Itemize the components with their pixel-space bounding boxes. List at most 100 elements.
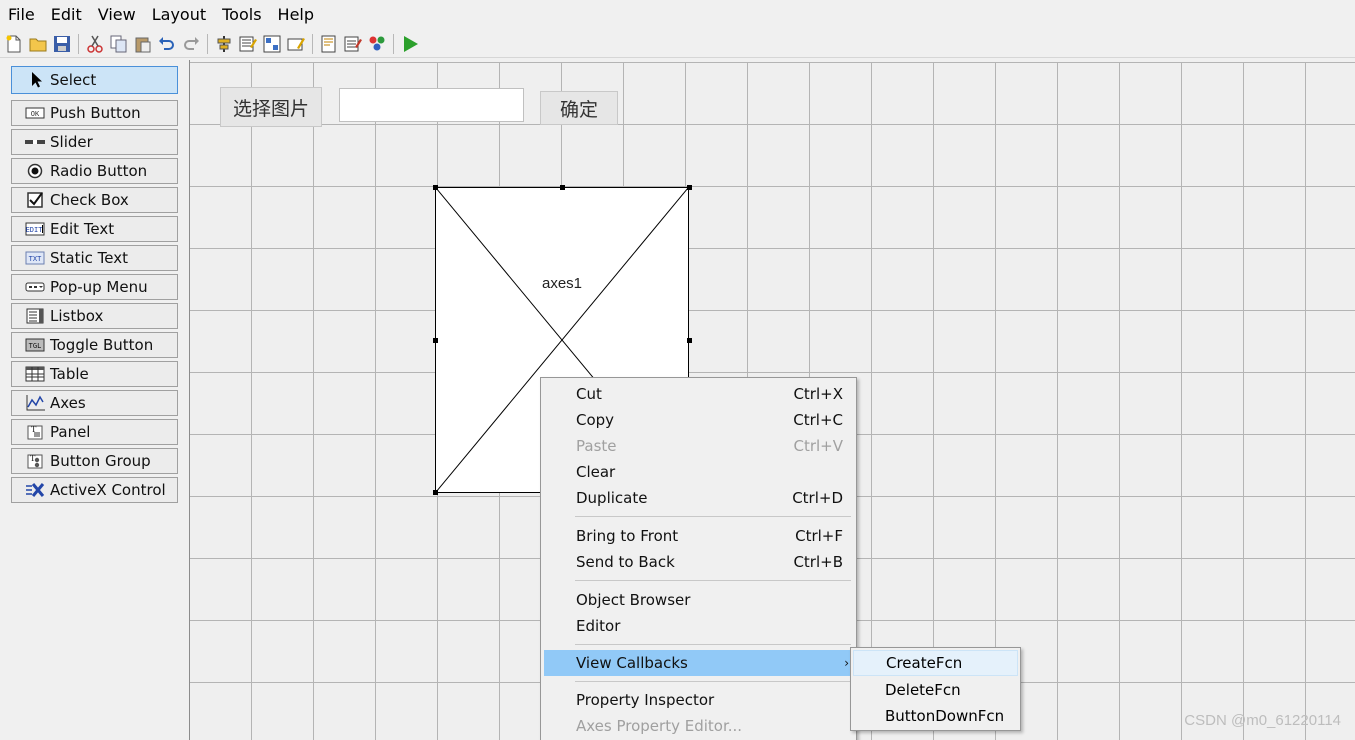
ctx-shortcut: Ctrl+C — [793, 411, 843, 429]
paste-icon[interactable] — [132, 33, 154, 55]
activex-icon — [24, 481, 46, 499]
ctx-cut[interactable]: Cut Ctrl+X — [544, 381, 853, 407]
toolbar-editor-icon[interactable] — [285, 33, 307, 55]
submenu-label: CreateFcn — [886, 654, 963, 672]
palette-axes[interactable]: Axes — [11, 390, 178, 416]
toolbar-separator — [312, 33, 313, 54]
select-image-button[interactable]: 选择图片 — [220, 87, 322, 127]
confirm-button[interactable]: 确定 — [540, 91, 618, 125]
menu-edit[interactable]: Edit — [43, 0, 90, 30]
ctx-separator — [575, 644, 851, 645]
ctx-label: Bring to Front — [576, 527, 679, 545]
palette-listbox[interactable]: Listbox — [11, 303, 178, 329]
edit-text-icon: EDIT — [24, 220, 46, 238]
submenu-deletefcn[interactable]: DeleteFcn — [853, 677, 1018, 703]
menu-layout[interactable]: Layout — [144, 0, 214, 30]
ctx-label: Paste — [576, 437, 617, 455]
palette-table[interactable]: Table — [11, 361, 178, 387]
palette-label: Slider — [50, 133, 93, 151]
ctx-axes-property-editor: Axes Property Editor... — [544, 713, 853, 739]
panel-icon: T — [24, 423, 46, 441]
svg-text:OK: OK — [31, 110, 40, 118]
submenu-buttondownfcn[interactable]: ButtonDownFcn — [853, 703, 1018, 729]
open-folder-icon[interactable] — [27, 33, 49, 55]
ctx-label: Editor — [576, 617, 621, 635]
palette-select[interactable]: Select — [11, 66, 178, 94]
menu-help[interactable]: Help — [270, 0, 322, 30]
palette-label: Toggle Button — [50, 336, 154, 354]
palette-label: Edit Text — [50, 220, 115, 238]
ctx-object-browser[interactable]: Object Browser — [544, 587, 853, 613]
palette-push-button[interactable]: OK Push Button — [11, 100, 178, 126]
menu-file[interactable]: File — [0, 0, 43, 30]
resize-handle[interactable] — [687, 338, 692, 343]
toolbar-separator — [207, 33, 208, 54]
palette-activex-control[interactable]: ActiveX Control — [11, 477, 178, 503]
palette-panel[interactable]: T Panel — [11, 419, 178, 445]
resize-handle[interactable] — [433, 185, 438, 190]
ctx-send-to-back[interactable]: Send to Back Ctrl+B — [544, 549, 853, 575]
view-callbacks-submenu: CreateFcn DeleteFcn ButtonDownFcn — [850, 647, 1021, 731]
copy-icon[interactable] — [108, 33, 130, 55]
ctx-label: Send to Back — [576, 553, 675, 571]
editor-icon[interactable] — [318, 33, 340, 55]
component-palette: Select OK Push Button Slider Radio Butto… — [0, 60, 190, 740]
ctx-bring-to-front[interactable]: Bring to Front Ctrl+F — [544, 523, 853, 549]
undo-icon[interactable] — [156, 33, 178, 55]
ctx-shortcut: Ctrl+X — [793, 385, 843, 403]
radio-button-icon — [24, 162, 46, 180]
ctx-copy[interactable]: Copy Ctrl+C — [544, 407, 853, 433]
watermark: CSDN @m0_61220114 — [1184, 712, 1341, 729]
resize-handle[interactable] — [433, 490, 438, 495]
ctx-editor[interactable]: Editor — [544, 613, 853, 639]
ctx-clear[interactable]: Clear — [544, 459, 853, 485]
redo-icon[interactable] — [180, 33, 202, 55]
toggle-button-icon: TGL — [24, 336, 46, 354]
palette-label: Static Text — [50, 249, 128, 267]
svg-text:T: T — [30, 454, 36, 463]
palette-check-box[interactable]: Check Box — [11, 187, 178, 213]
menu-bar: File Edit View Layout Tools Help — [0, 0, 1355, 30]
palette-slider[interactable]: Slider — [11, 129, 178, 155]
axes-icon — [24, 394, 46, 412]
palette-popup-menu[interactable]: Pop-up Menu — [11, 274, 178, 300]
object-browser-icon[interactable] — [366, 33, 388, 55]
menu-editor-icon[interactable] — [237, 33, 259, 55]
svg-text:TXT: TXT — [29, 255, 42, 263]
cut-icon[interactable] — [84, 33, 106, 55]
menu-tools[interactable]: Tools — [214, 0, 269, 30]
palette-static-text[interactable]: TXT Static Text — [11, 245, 178, 271]
palette-label: Select — [50, 71, 97, 89]
palette-label: Pop-up Menu — [50, 278, 148, 296]
static-text-icon: TXT — [24, 249, 46, 267]
listbox-icon — [24, 307, 46, 325]
palette-edit-text[interactable]: EDIT Edit Text — [11, 216, 178, 242]
property-inspector-icon[interactable] — [342, 33, 364, 55]
submenu-label: DeleteFcn — [885, 681, 961, 699]
save-icon[interactable] — [51, 33, 73, 55]
resize-handle[interactable] — [560, 185, 565, 190]
palette-label: Check Box — [50, 191, 129, 209]
palette-label: ActiveX Control — [50, 481, 166, 499]
image-path-edit[interactable] — [339, 88, 524, 122]
submenu-createfcn[interactable]: CreateFcn — [853, 650, 1018, 676]
palette-radio-button[interactable]: Radio Button — [11, 158, 178, 184]
palette-label: Panel — [50, 423, 91, 441]
new-file-icon[interactable] — [3, 33, 25, 55]
ctx-property-inspector[interactable]: Property Inspector — [544, 687, 853, 713]
ctx-label: Copy — [576, 411, 615, 429]
resize-handle[interactable] — [687, 185, 692, 190]
ctx-label: View Callbacks — [576, 654, 688, 672]
popup-menu-icon — [24, 278, 46, 296]
run-icon[interactable] — [399, 33, 421, 55]
menu-view[interactable]: View — [90, 0, 144, 30]
button-group-icon: T — [24, 452, 46, 470]
palette-toggle-button[interactable]: TGL Toggle Button — [11, 332, 178, 358]
tab-order-icon[interactable] — [261, 33, 283, 55]
ctx-view-callbacks[interactable]: View Callbacks › — [544, 650, 853, 676]
palette-label: Push Button — [50, 104, 141, 122]
align-icon[interactable] — [213, 33, 235, 55]
ctx-duplicate[interactable]: Duplicate Ctrl+D — [544, 485, 853, 511]
palette-button-group[interactable]: T Button Group — [11, 448, 178, 474]
resize-handle[interactable] — [433, 338, 438, 343]
